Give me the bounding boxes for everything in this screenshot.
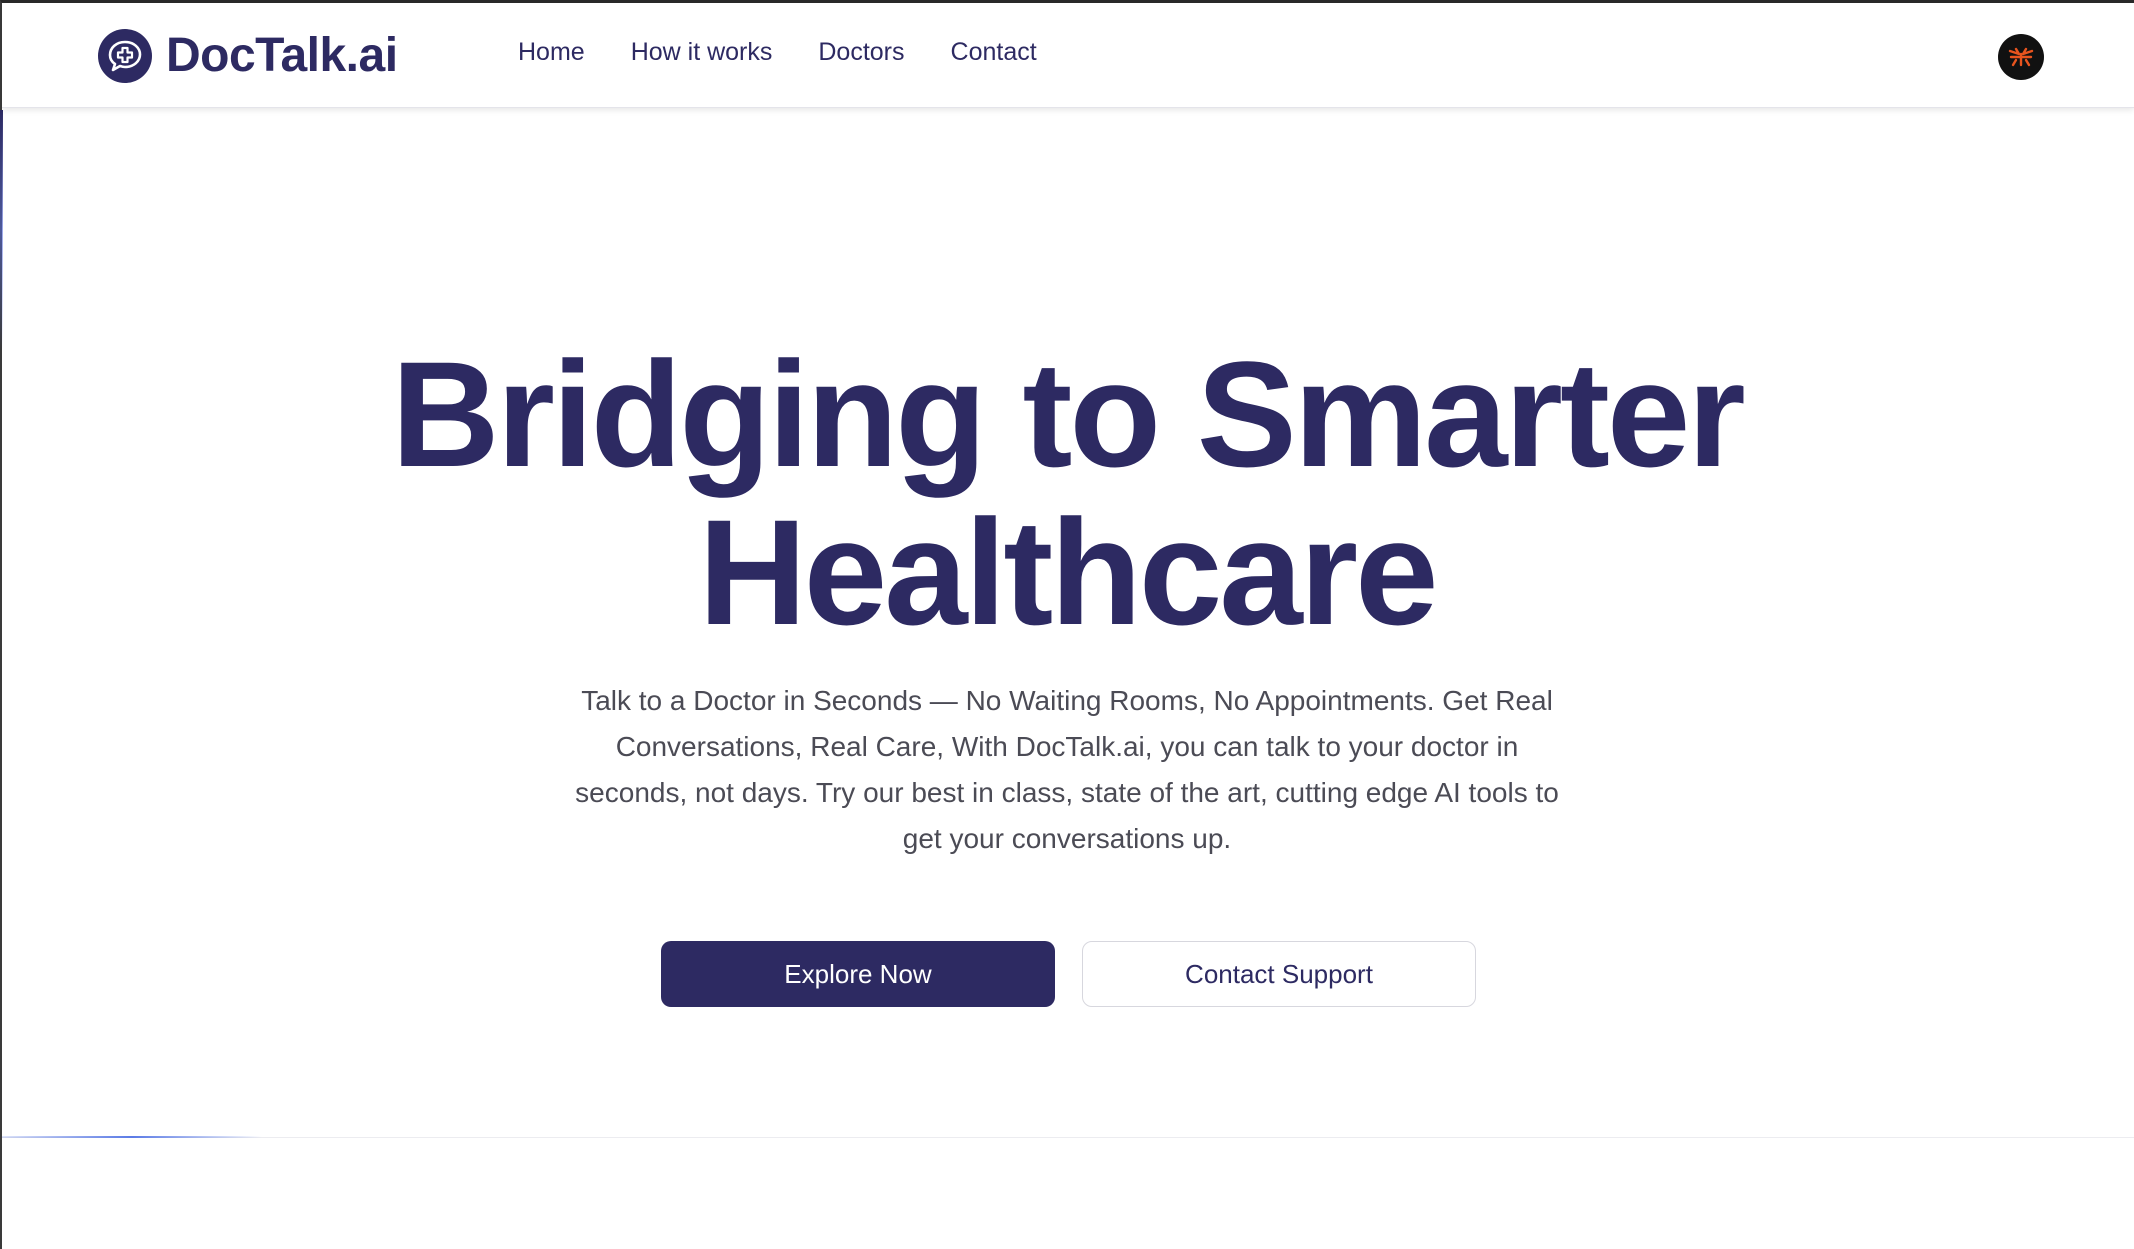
section-divider xyxy=(2,1137,2134,1138)
explore-now-button[interactable]: Explore Now xyxy=(661,941,1055,1007)
main-nav: Home How it works Doctors Contact xyxy=(518,38,1037,67)
contact-support-button[interactable]: Contact Support xyxy=(1082,941,1476,1007)
chat-medical-cross-icon xyxy=(98,28,152,83)
divider-accent xyxy=(2,1136,262,1138)
hero-title: Bridging to Smarter Healthcare xyxy=(0,335,2134,651)
brand-logo[interactable]: DocTalk.ai xyxy=(98,28,398,83)
nav-link-contact[interactable]: Contact xyxy=(951,38,1037,67)
hero-title-line-1: Bridging to Smarter xyxy=(391,330,1745,498)
hero-actions: Explore Now Contact Support xyxy=(661,941,1476,1007)
left-edge-accent xyxy=(0,110,3,350)
nav-link-doctors[interactable]: Doctors xyxy=(818,38,904,67)
hero-subtitle: Talk to a Doctor in Seconds — No Waiting… xyxy=(575,685,1559,854)
user-avatar-icon[interactable] xyxy=(1998,34,2044,80)
hero-title-line-2: Healthcare xyxy=(698,488,1438,656)
top-navbar: DocTalk.ai Home How it works Doctors Con… xyxy=(2,3,2134,108)
nav-link-home[interactable]: Home xyxy=(518,38,585,67)
nav-link-how-it-works[interactable]: How it works xyxy=(631,38,773,67)
brand-name: DocTalk.ai xyxy=(166,29,398,82)
